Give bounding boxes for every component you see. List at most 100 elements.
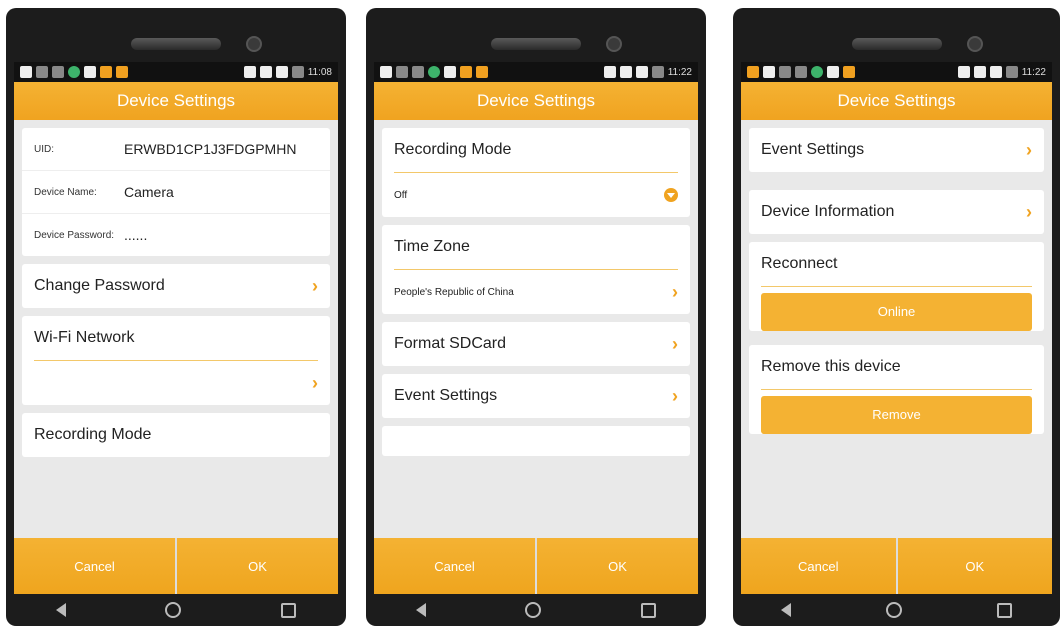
device-information-card[interactable]: Device Information › (749, 190, 1044, 234)
recent-apps-icon[interactable] (997, 602, 1013, 618)
format-sdcard-card[interactable]: Format SDCard › (382, 322, 690, 366)
airplane-icon (635, 66, 648, 78)
time-zone-select[interactable]: People's Republic of China › (382, 270, 690, 314)
online-button[interactable]: Online (761, 293, 1032, 331)
notification-icon (843, 66, 855, 78)
cancel-button[interactable]: Cancel (374, 538, 535, 594)
chevron-right-icon: › (1026, 139, 1032, 160)
event-settings-row[interactable]: Event Settings › (749, 128, 1044, 172)
device-name-row[interactable]: Device Name: Camera (22, 171, 330, 214)
device-name-field[interactable]: Camera (124, 184, 174, 200)
navigation-bar (366, 594, 706, 626)
uid-row: UID: ERWBD1CP1J3FDGPMHN (22, 128, 330, 171)
event-settings-label: Event Settings (394, 387, 498, 404)
sync-icon (763, 66, 775, 78)
chevron-right-icon: › (312, 275, 318, 296)
status-bar: 11:22 (374, 62, 698, 82)
reconnect-row: Reconnect (749, 242, 1044, 286)
speaker (131, 38, 221, 50)
format-sdcard-label: Format SDCard (394, 335, 507, 352)
search-icon (36, 66, 48, 78)
clock: 11:22 (1021, 66, 1046, 78)
wifi-network-value-row[interactable]: › (22, 361, 330, 405)
speaker (491, 38, 581, 50)
remove-button[interactable]: Remove (761, 396, 1032, 434)
wifi-icon (619, 66, 632, 78)
notification-icon (476, 66, 488, 78)
home-icon[interactable] (885, 602, 902, 618)
navigation-bar (733, 594, 1060, 626)
vibrate-icon (603, 66, 616, 78)
change-password-card[interactable]: Change Password › (22, 264, 330, 308)
dropdown-arrow-icon (664, 188, 678, 202)
cancel-button[interactable]: Cancel (741, 538, 896, 594)
search-icon (779, 66, 791, 78)
wifi-icon (259, 66, 272, 78)
chevron-right-icon: › (672, 333, 678, 354)
notification-icon (100, 66, 112, 78)
status-bar: 11:08 (14, 62, 338, 82)
clock: 11:22 (667, 66, 692, 78)
front-camera (606, 36, 622, 52)
battery-icon (291, 66, 304, 78)
screen: 11:08 Device Settings UID: ERWBD1CP1J3FD… (14, 62, 338, 594)
action-bar: Cancel OK (374, 538, 698, 594)
page-title: Device Settings (374, 82, 698, 120)
remove-device-card: Remove this device Remove (749, 345, 1044, 434)
warning-icon (444, 66, 456, 78)
recent-apps-icon[interactable] (281, 602, 297, 618)
device-info-card: UID: ERWBD1CP1J3FDGPMHN Device Name: Cam… (22, 128, 330, 256)
recording-mode-select[interactable]: Off (382, 173, 690, 217)
page-title: Device Settings (741, 82, 1052, 120)
back-icon[interactable] (55, 603, 66, 617)
front-camera (966, 36, 983, 52)
home-icon[interactable] (525, 602, 542, 618)
chevron-right-icon: › (312, 372, 318, 393)
reconnect-label: Reconnect (761, 255, 838, 272)
wifi-network-label: Wi-Fi Network (34, 329, 135, 346)
partial-card (382, 426, 690, 456)
wifi-network-card[interactable]: Wi-Fi Network › (22, 316, 330, 405)
device-name-label: Device Name: (34, 186, 97, 198)
phone-1: 11:08 Device Settings UID: ERWBD1CP1J3FD… (6, 8, 346, 626)
device-information-row[interactable]: Device Information › (749, 190, 1044, 234)
ok-button[interactable]: OK (897, 538, 1052, 594)
device-information-label: Device Information (761, 203, 895, 220)
back-icon[interactable] (780, 603, 791, 617)
airplane-icon (275, 66, 288, 78)
phone-3: 11:22 Device Settings Event Settings › D… (733, 8, 1060, 626)
event-settings-card[interactable]: Event Settings › (382, 374, 690, 418)
device-password-row[interactable]: Device Password: ...... (22, 214, 330, 256)
app-icon (428, 66, 440, 78)
divider (761, 286, 1032, 287)
uid-value: ERWBD1CP1J3FDGPMHN (124, 141, 297, 157)
speaker (851, 38, 942, 50)
ok-button[interactable]: OK (177, 538, 338, 594)
remove-device-label: Remove this device (761, 358, 901, 375)
chevron-right-icon: › (672, 385, 678, 406)
reconnect-card: Reconnect Online (749, 242, 1044, 331)
recording-mode-card: Recording Mode (22, 413, 330, 457)
event-settings-card[interactable]: Event Settings › (749, 128, 1044, 172)
app-icon (68, 66, 80, 78)
ok-button[interactable]: OK (537, 538, 698, 594)
format-sdcard-row[interactable]: Format SDCard › (382, 322, 690, 366)
settings-list: UID: ERWBD1CP1J3FDGPMHN Device Name: Cam… (14, 120, 338, 538)
device-password-field[interactable]: ...... (124, 227, 147, 243)
settings-list: Event Settings › Device Information › Re… (741, 120, 1052, 538)
event-settings-row[interactable]: Event Settings › (382, 374, 690, 418)
settings-list: Recording Mode Off Time Zone People's Re… (374, 120, 698, 538)
back-icon[interactable] (415, 603, 426, 617)
gallery-icon (795, 66, 807, 78)
status-bar: 11:22 (741, 62, 1052, 82)
change-password-row[interactable]: Change Password › (22, 264, 330, 308)
recent-apps-icon[interactable] (641, 602, 657, 618)
action-bar: Cancel OK (14, 538, 338, 594)
screen: 11:22 Device Settings Event Settings › D… (741, 62, 1052, 594)
cancel-button[interactable]: Cancel (14, 538, 175, 594)
recording-mode-value: Off (394, 189, 408, 201)
notification-icon (747, 66, 759, 78)
gallery-icon (52, 66, 64, 78)
home-icon[interactable] (165, 602, 182, 618)
volume-icon (243, 66, 256, 78)
